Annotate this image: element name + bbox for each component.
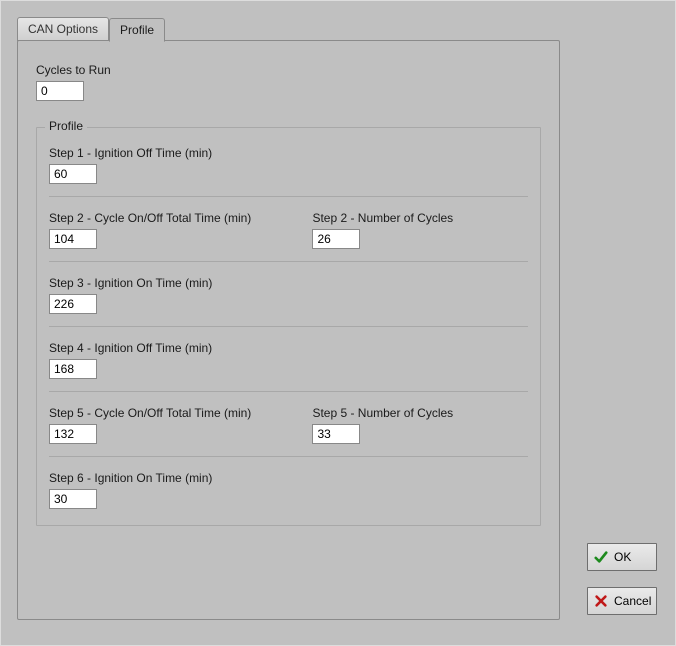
dialog-buttons: OK Cancel: [587, 543, 657, 615]
step-row: Step 2 - Cycle On/Off Total Time (min) S…: [49, 211, 528, 262]
step2-left-label: Step 2 - Cycle On/Off Total Time (min): [49, 211, 312, 225]
step2-right-label: Step 2 - Number of Cycles: [312, 211, 528, 225]
profile-groupbox-legend: Profile: [45, 119, 87, 133]
step-col-right: Step 5 - Number of Cycles: [312, 406, 528, 444]
step-row: Step 3 - Ignition On Time (min): [49, 276, 528, 327]
step4-left-label: Step 4 - Ignition Off Time (min): [49, 341, 312, 355]
step-row: Step 1 - Ignition Off Time (min): [49, 146, 528, 197]
step1-left-label: Step 1 - Ignition Off Time (min): [49, 146, 312, 160]
tab-can-options[interactable]: CAN Options: [17, 17, 109, 41]
step6-left-input[interactable]: [49, 489, 97, 509]
step6-left-label: Step 6 - Ignition On Time (min): [49, 471, 312, 485]
cycles-to-run-input[interactable]: [36, 81, 84, 101]
ok-button-label: OK: [614, 550, 631, 564]
profile-groupbox: Profile Step 1 - Ignition Off Time (min)…: [36, 127, 541, 526]
tab-row: CAN Options Profile: [17, 17, 659, 41]
step1-left-input[interactable]: [49, 164, 97, 184]
tab-strip: CAN Options Profile Cycles to Run Profil…: [17, 17, 659, 621]
cancel-button-label: Cancel: [614, 594, 651, 608]
cycles-to-run-label: Cycles to Run: [36, 63, 541, 77]
step-col-left: Step 2 - Cycle On/Off Total Time (min): [49, 211, 312, 249]
step-col-left: Step 5 - Cycle On/Off Total Time (min): [49, 406, 312, 444]
step-col-left: Step 6 - Ignition On Time (min): [49, 471, 312, 509]
step-row: Step 4 - Ignition Off Time (min): [49, 341, 528, 392]
step-col-left: Step 1 - Ignition Off Time (min): [49, 146, 312, 184]
step5-right-label: Step 5 - Number of Cycles: [312, 406, 528, 420]
cross-icon: [594, 594, 608, 608]
step-col-right: Step 2 - Number of Cycles: [312, 211, 528, 249]
dialog-window: CAN Options Profile Cycles to Run Profil…: [0, 0, 676, 646]
step-col-left: Step 4 - Ignition Off Time (min): [49, 341, 312, 379]
cancel-button[interactable]: Cancel: [587, 587, 657, 615]
step5-left-label: Step 5 - Cycle On/Off Total Time (min): [49, 406, 312, 420]
step-col-left: Step 3 - Ignition On Time (min): [49, 276, 312, 314]
tab-panel-profile: Cycles to Run Profile Step 1 - Ignition …: [17, 40, 560, 620]
step3-left-label: Step 3 - Ignition On Time (min): [49, 276, 312, 290]
ok-button[interactable]: OK: [587, 543, 657, 571]
tab-profile[interactable]: Profile: [109, 18, 165, 42]
step2-right-input[interactable]: [312, 229, 360, 249]
check-icon: [594, 550, 608, 564]
step3-left-input[interactable]: [49, 294, 97, 314]
step5-left-input[interactable]: [49, 424, 97, 444]
step-row: Step 5 - Cycle On/Off Total Time (min) S…: [49, 406, 528, 457]
step4-left-input[interactable]: [49, 359, 97, 379]
step2-left-input[interactable]: [49, 229, 97, 249]
step-row: Step 6 - Ignition On Time (min): [49, 471, 528, 513]
step5-right-input[interactable]: [312, 424, 360, 444]
